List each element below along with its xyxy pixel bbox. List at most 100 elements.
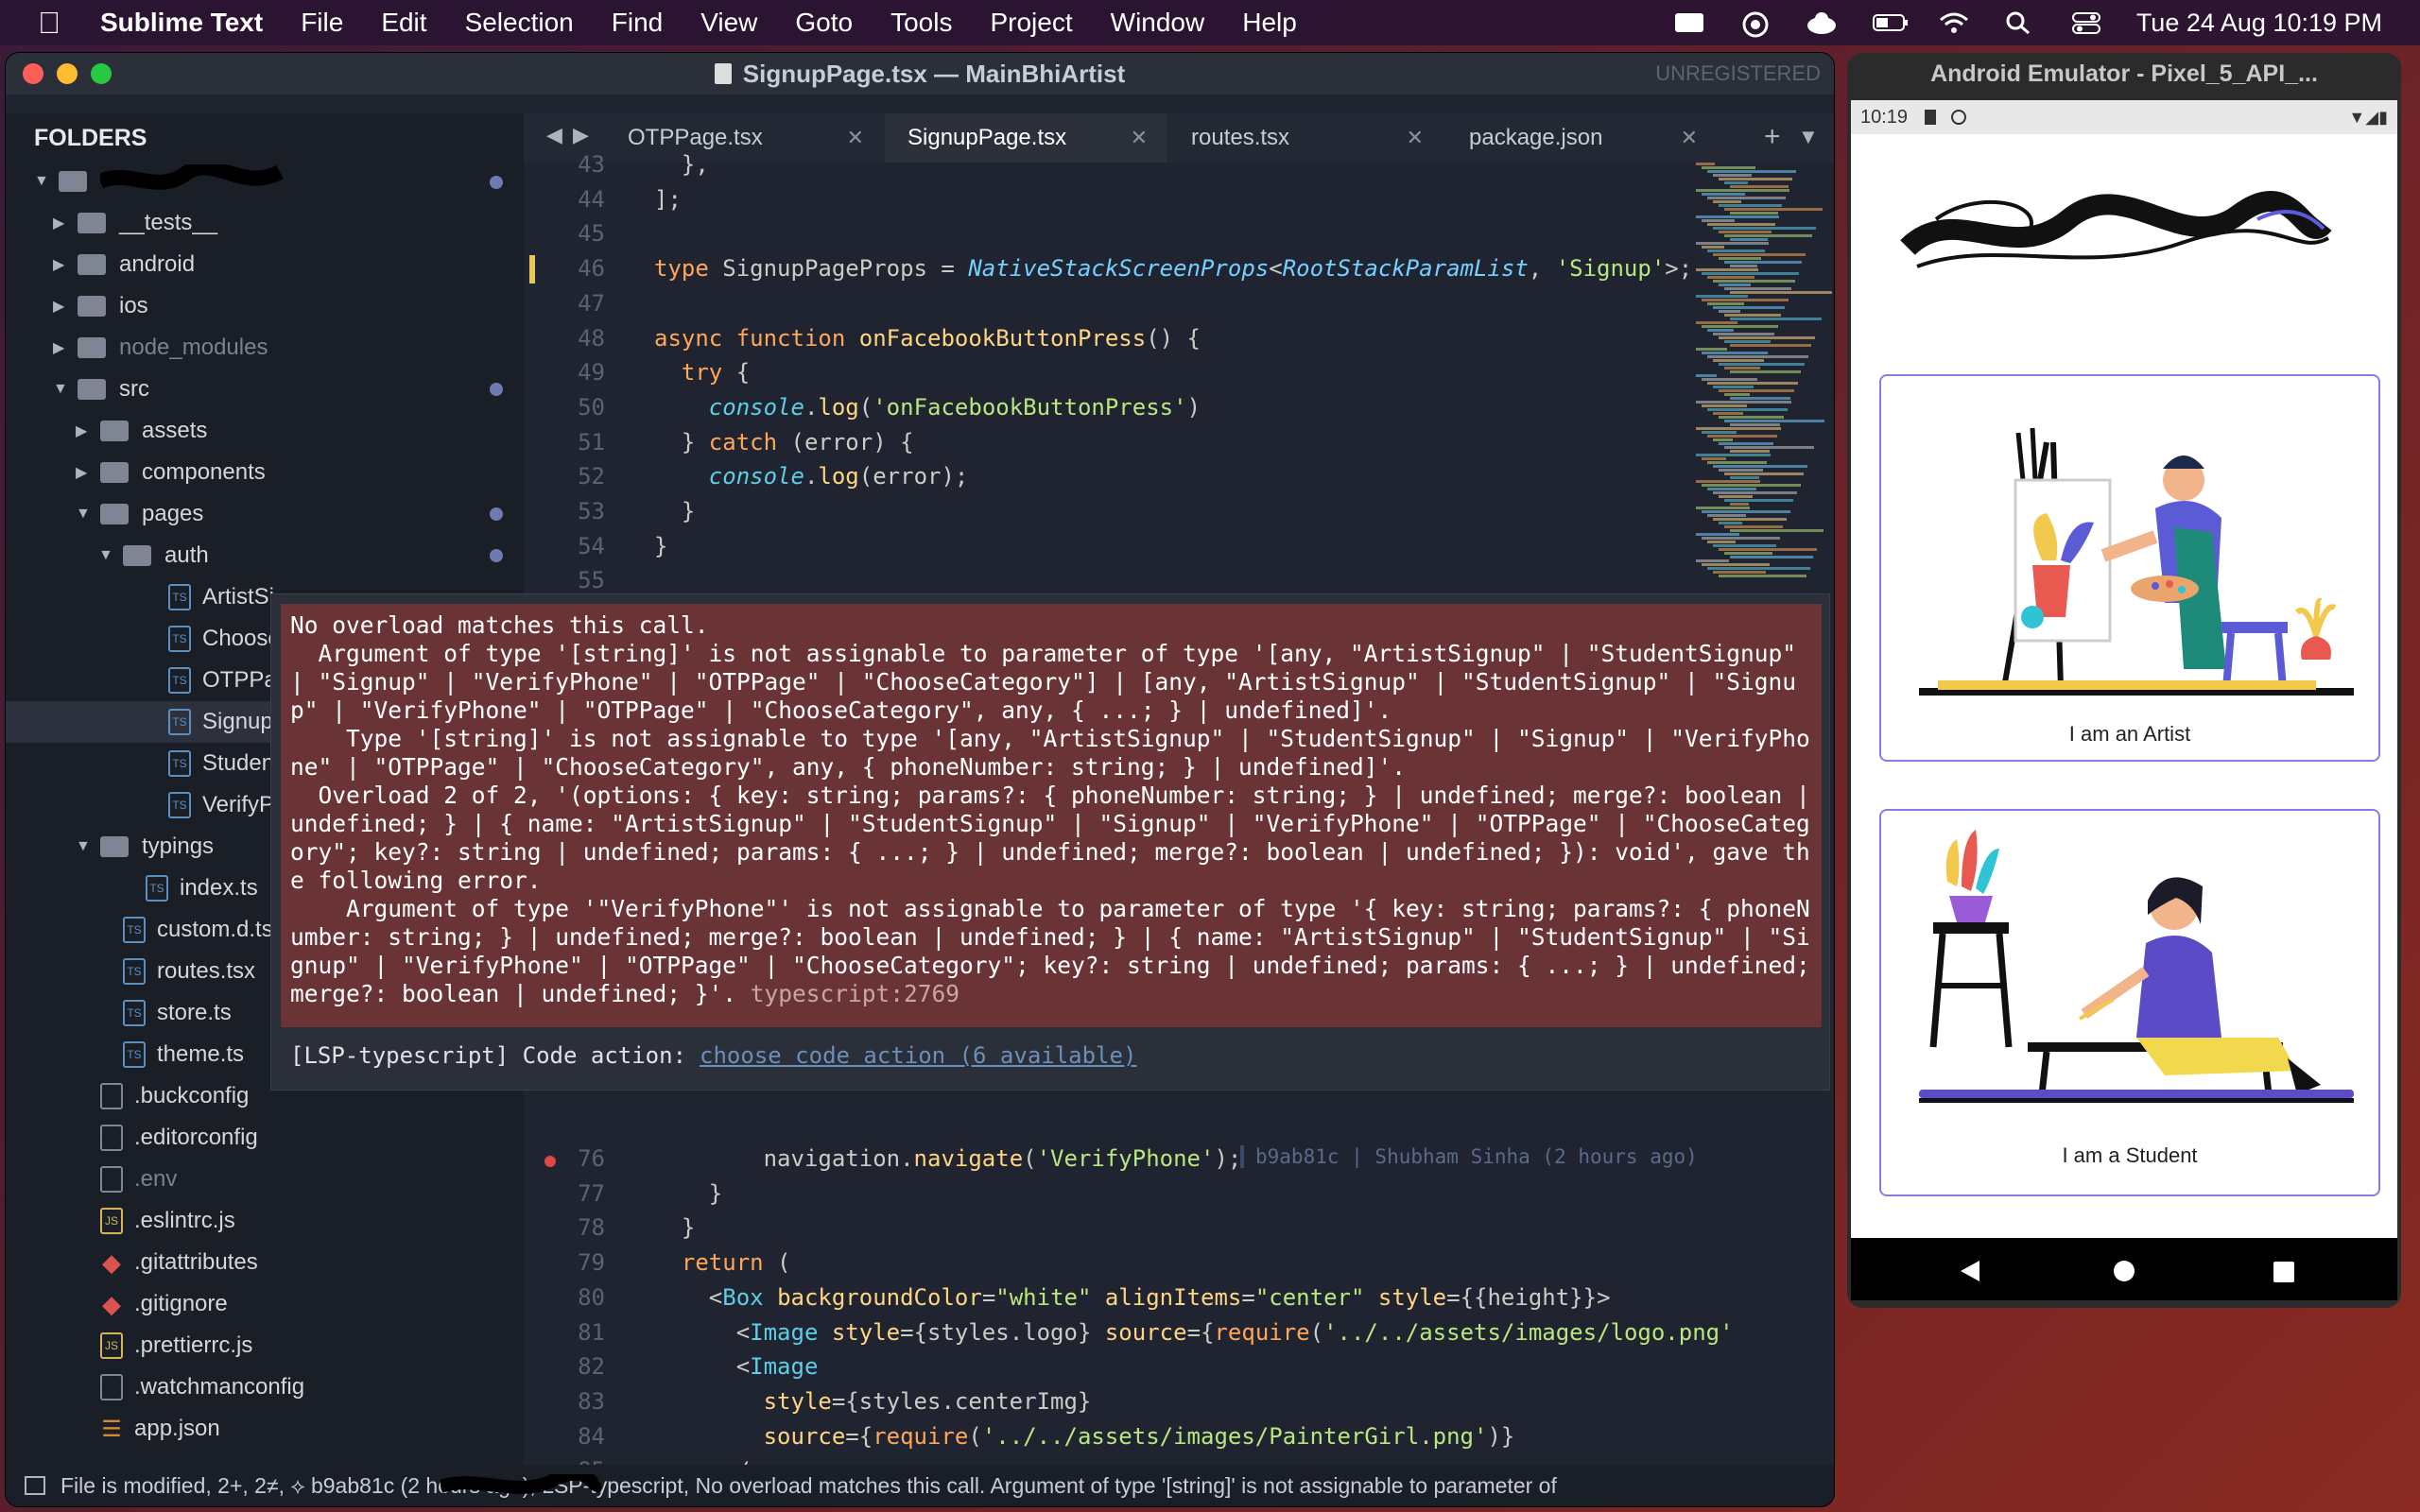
code-line[interactable]: source={require('../../assets/images/Pai… bbox=[654, 1423, 1515, 1450]
sidebar-item[interactable]: TS SignupP bbox=[144, 701, 288, 743]
chevron-right-icon[interactable]: ▶ bbox=[53, 255, 72, 274]
sidebar-item[interactable]: .watchmanconfig bbox=[76, 1366, 304, 1408]
chevron-right-icon[interactable]: ▶ bbox=[53, 338, 72, 357]
sidebar-item[interactable]: ◆ .gitignore bbox=[76, 1283, 228, 1325]
tab-dropdown-icon[interactable]: ▼ bbox=[1798, 125, 1819, 149]
student-card[interactable]: I am a Student bbox=[1879, 809, 2380, 1196]
tab-scroll-right-icon[interactable]: ▶ bbox=[573, 123, 589, 147]
sidebar-item[interactable]: .env bbox=[76, 1159, 177, 1200]
menu-selection[interactable]: Selection bbox=[465, 8, 574, 38]
sidebar-item[interactable]: ▶ node_modules bbox=[53, 327, 268, 369]
code-line[interactable]: } catch (error) { bbox=[654, 429, 914, 455]
sidebar-item[interactable]: TS OTPPag bbox=[144, 660, 289, 701]
spotlight-search-icon[interactable] bbox=[2004, 10, 2036, 35]
code-line[interactable]: } bbox=[654, 1180, 722, 1207]
new-tab-icon[interactable]: + bbox=[1764, 121, 1781, 153]
sidebar-item[interactable]: TS VerifyPl bbox=[144, 784, 279, 826]
sidebar-item[interactable]: ☰ app.json bbox=[76, 1408, 220, 1450]
sidebar-item[interactable]: JS .eslintrc.js bbox=[76, 1200, 235, 1242]
sidebar-item[interactable]: JS .prettierrc.js bbox=[76, 1325, 252, 1366]
control-center-icon[interactable] bbox=[2070, 10, 2102, 35]
error-gutter-dot[interactable] bbox=[544, 1156, 556, 1167]
chevron-down-icon[interactable]: ▼ bbox=[53, 381, 72, 398]
close-tab-icon[interactable]: ✕ bbox=[847, 126, 864, 150]
back-icon[interactable] bbox=[1957, 1259, 1981, 1283]
code-line[interactable]: try { bbox=[654, 359, 750, 386]
sidebar-toggle-icon[interactable] bbox=[25, 1476, 45, 1495]
code-line[interactable]: <Image style={styles.logo} source={requi… bbox=[654, 1319, 1734, 1346]
code-line[interactable]: console.log('onFacebookButtonPress') bbox=[654, 394, 1201, 421]
code-line[interactable]: } bbox=[654, 1214, 695, 1241]
code-line[interactable]: } bbox=[654, 533, 667, 559]
code-line[interactable]: <Box backgroundColor="white" alignItems=… bbox=[654, 1284, 1611, 1311]
choose-code-action-link[interactable]: choose code action (6 available) bbox=[700, 1042, 1136, 1069]
menu-app-name[interactable]: Sublime Text bbox=[100, 8, 263, 38]
code-line[interactable]: async function onFacebookButtonPress() { bbox=[654, 325, 1201, 352]
tab-package-json[interactable]: package.json ✕ bbox=[1446, 113, 1717, 163]
sidebar-item[interactable]: TS custom.d.ts bbox=[98, 909, 273, 951]
sidebar-item[interactable]: ▶ components bbox=[76, 452, 266, 493]
code-line[interactable]: style={styles.centerImg} bbox=[654, 1388, 1092, 1415]
menu-file[interactable]: File bbox=[301, 8, 343, 38]
code-line[interactable]: }, bbox=[654, 151, 709, 178]
sidebar-item[interactable]: ▼ auth bbox=[98, 535, 209, 576]
sidebar-item[interactable]: ▶ ios bbox=[53, 285, 148, 327]
tab-signuppage[interactable]: SignupPage.tsx ✕ bbox=[885, 113, 1167, 163]
menu-project[interactable]: Project bbox=[990, 8, 1072, 38]
tab-routes[interactable]: routes.tsx ✕ bbox=[1168, 113, 1443, 163]
menu-window[interactable]: Window bbox=[1111, 8, 1205, 38]
code-line[interactable]: return ( bbox=[654, 1249, 791, 1276]
sidebar-item[interactable]: ▶ android bbox=[53, 244, 195, 285]
sidebar-item[interactable]: ▶ assets bbox=[76, 410, 207, 452]
close-tab-icon[interactable]: ✕ bbox=[1131, 126, 1148, 150]
battery-icon[interactable] bbox=[1872, 10, 1908, 35]
screen-mirroring-icon[interactable] bbox=[1673, 10, 1705, 35]
sidebar-item[interactable]: ▼ pages bbox=[76, 493, 203, 535]
menu-find[interactable]: Find bbox=[612, 8, 663, 38]
code-line[interactable]: type SignupPageProps = NativeStackScreen… bbox=[654, 255, 1692, 282]
cloud-user-icon[interactable] bbox=[1806, 10, 1838, 35]
sidebar-item[interactable]: TS ArtistSi bbox=[144, 576, 274, 618]
home-icon[interactable] bbox=[2112, 1259, 2136, 1283]
wifi-icon[interactable] bbox=[1938, 10, 1970, 35]
sidebar-item[interactable]: TS store.ts bbox=[98, 992, 232, 1034]
sidebar-item[interactable]: ◆ .gitattributes bbox=[76, 1242, 258, 1283]
tab-otppage[interactable]: OTPPage.tsx ✕ bbox=[605, 113, 883, 163]
menubar-clock[interactable]: Tue 24 Aug 10:19 PM bbox=[2136, 9, 2382, 38]
code-line[interactable]: navigation.navigate('VerifyPhone'); bbox=[654, 1145, 1242, 1172]
project-root-folder[interactable]: ▼ bbox=[34, 161, 289, 202]
code-line[interactable]: <Image bbox=[654, 1353, 819, 1380]
phone-screen[interactable]: 10:19 ▼◢▮ I am an Artist I am a Student bbox=[1851, 100, 2397, 1300]
recents-icon[interactable] bbox=[2273, 1261, 2295, 1283]
code-line[interactable]: console.log(error); bbox=[654, 463, 969, 490]
menu-help[interactable]: Help bbox=[1242, 8, 1297, 38]
menu-tools[interactable]: Tools bbox=[890, 8, 952, 38]
sidebar-item[interactable]: TS theme.ts bbox=[98, 1034, 244, 1075]
chevron-right-icon[interactable]: ▶ bbox=[53, 297, 72, 316]
close-tab-icon[interactable]: ✕ bbox=[1681, 126, 1698, 150]
tor-browser-icon[interactable] bbox=[1739, 10, 1772, 38]
minimize-window-button[interactable] bbox=[57, 63, 78, 84]
sidebar-item[interactable]: TS Choose bbox=[144, 618, 281, 660]
chevron-right-icon[interactable]: ▶ bbox=[76, 421, 95, 440]
sidebar-item[interactable]: .buckconfig bbox=[76, 1075, 249, 1117]
menu-goto[interactable]: Goto bbox=[795, 8, 853, 38]
sidebar-item[interactable]: TS routes.tsx bbox=[98, 951, 255, 992]
tab-scroll-left-icon[interactable]: ◀ bbox=[546, 123, 562, 147]
sidebar-item[interactable]: ▼ src bbox=[53, 369, 149, 410]
sidebar-item[interactable]: TS index.ts bbox=[121, 868, 258, 909]
sidebar-item[interactable]: .editorconfig bbox=[76, 1117, 258, 1159]
minimap[interactable] bbox=[1696, 163, 1832, 588]
chevron-right-icon[interactable]: ▶ bbox=[53, 214, 72, 232]
menu-view[interactable]: View bbox=[700, 8, 757, 38]
apple-menu-icon[interactable]:  bbox=[38, 6, 60, 41]
close-window-button[interactable] bbox=[23, 63, 43, 84]
sidebar-item[interactable]: ▼ typings bbox=[76, 826, 214, 868]
zoom-window-button[interactable] bbox=[91, 63, 112, 84]
sidebar-item[interactable]: ▶ __tests__ bbox=[53, 202, 217, 244]
chevron-down-icon[interactable]: ▼ bbox=[98, 547, 117, 564]
chevron-down-icon[interactable]: ▼ bbox=[76, 506, 95, 523]
artist-card[interactable]: I am an Artist bbox=[1879, 374, 2380, 762]
menu-edit[interactable]: Edit bbox=[381, 8, 426, 38]
chevron-down-icon[interactable]: ▼ bbox=[76, 838, 95, 855]
